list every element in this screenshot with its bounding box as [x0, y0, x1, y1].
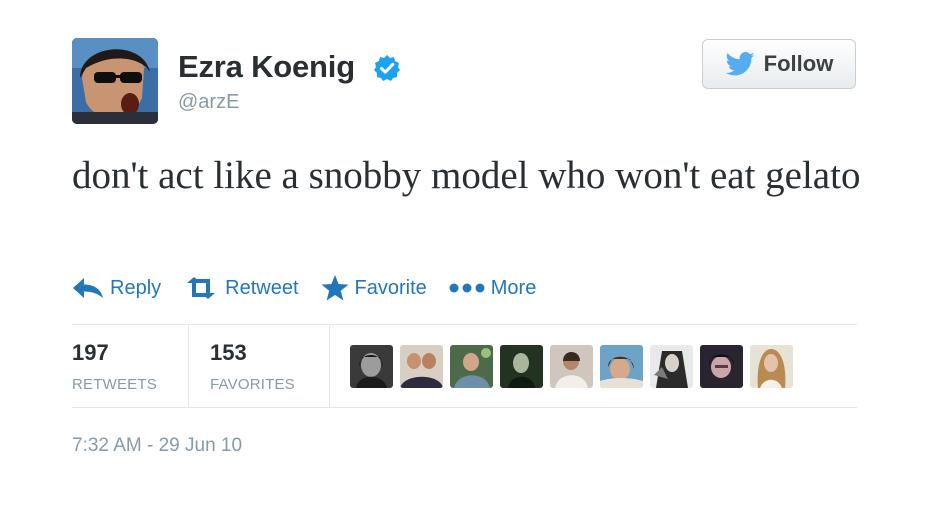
favoriter-avatar[interactable]: [650, 345, 693, 388]
reply-label: Reply: [110, 276, 162, 299]
favoriter-avatar[interactable]: [550, 345, 593, 388]
retweets-count: 197: [72, 340, 109, 365]
favorite-label: Favorite: [354, 276, 427, 299]
stats-divider: [188, 325, 189, 407]
user-handle[interactable]: @arzE: [178, 90, 239, 114]
divider-top: [72, 324, 857, 325]
favorites-count: 153: [210, 340, 247, 365]
follow-button[interactable]: Follow: [702, 39, 856, 89]
more-label: More: [490, 276, 537, 299]
reply-action[interactable]: Reply: [72, 277, 161, 300]
tweet-text: don't act like a snobby model who won't …: [72, 154, 861, 197]
stats-divider: [329, 325, 330, 407]
more-dots-icon: [449, 283, 485, 293]
verified-badge-icon: [374, 55, 400, 81]
retweet-label: Retweet: [225, 276, 299, 299]
favorites-label: FAVORITES: [210, 376, 295, 393]
favoriter-avatar[interactable]: [450, 345, 493, 388]
tweet-actions: Reply Retweet Favorite More: [72, 274, 536, 302]
retweet-action[interactable]: Retweet: [183, 276, 299, 300]
favoriter-avatar[interactable]: [350, 345, 393, 388]
favoriter-avatar[interactable]: [400, 345, 443, 388]
favoriters-avatars: [350, 345, 793, 388]
display-name[interactable]: Ezra Koenig: [178, 50, 355, 84]
twitter-bird-icon: [725, 52, 755, 76]
favorites-stat[interactable]: 153 FAVORITES: [210, 340, 295, 394]
favoriter-avatar[interactable]: [750, 345, 793, 388]
tweet-timestamp[interactable]: 7:32 AM - 29 Jun 10: [72, 434, 242, 458]
reply-arrow-icon: [73, 278, 103, 298]
favoriter-avatar[interactable]: [700, 345, 743, 388]
profile-photo: [72, 38, 158, 124]
user-avatar[interactable]: [72, 38, 158, 124]
retweet-icon: [187, 277, 216, 299]
star-icon: [321, 275, 349, 301]
tweet-card: Ezra Koenig @arzE Follow don't act like …: [0, 0, 944, 507]
retweets-label: RETWEETS: [72, 376, 157, 393]
more-action[interactable]: More: [449, 276, 537, 300]
divider-bottom: [72, 407, 857, 408]
favoriter-avatar[interactable]: [500, 345, 543, 388]
follow-button-label: Follow: [763, 51, 834, 76]
favoriter-avatar[interactable]: [600, 345, 643, 388]
favorite-action[interactable]: Favorite: [321, 275, 427, 301]
retweets-stat[interactable]: 197 RETWEETS: [72, 340, 157, 394]
